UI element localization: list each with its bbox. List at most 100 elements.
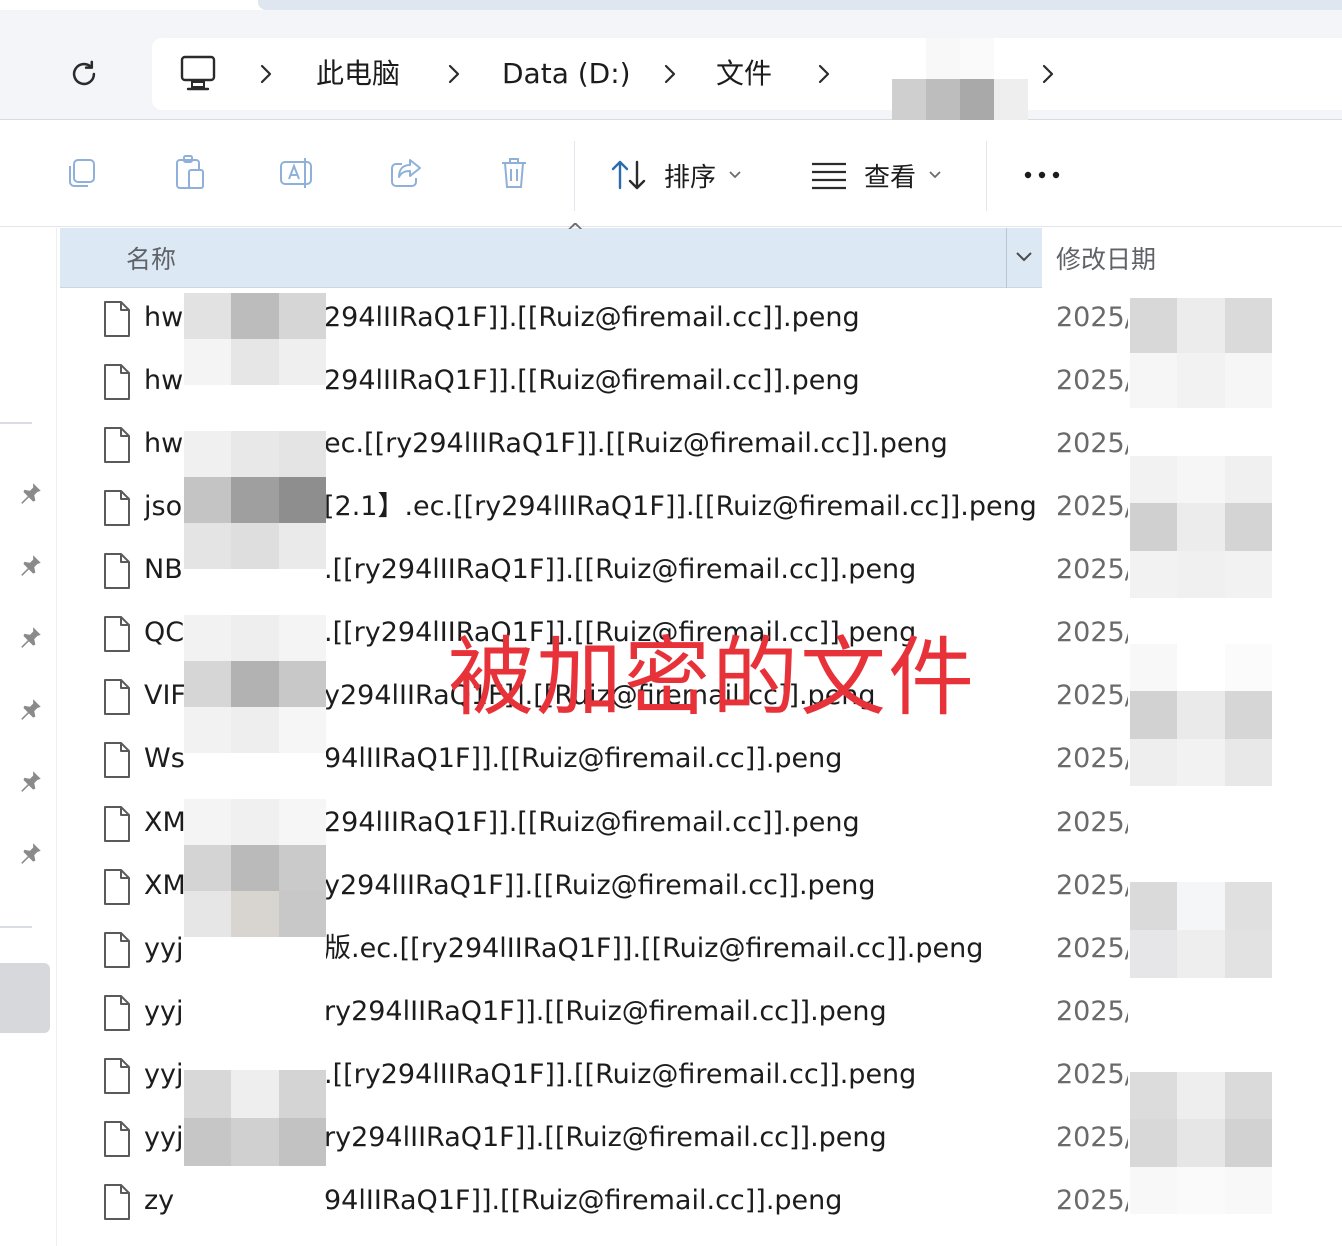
file-modified-date: 2025/: [1056, 870, 1128, 901]
paste-button[interactable]: [170, 153, 210, 193]
file-icon: [102, 1120, 132, 1158]
pin-icon[interactable]: [18, 480, 44, 506]
sort-button[interactable]: 排序: [610, 155, 742, 195]
toolbar-separator: [986, 141, 987, 211]
file-modified-date: 2025/: [1056, 1185, 1128, 1216]
file-name-start: yyj: [144, 933, 184, 964]
file-name-start: hw: [144, 302, 184, 333]
file-name-start: NB: [144, 554, 183, 585]
more-options-button[interactable]: [1016, 155, 1068, 195]
file-modified-date: 2025/: [1056, 1122, 1128, 1153]
redacted-name-mosaic: [184, 293, 326, 983]
navigation-pane-border: [56, 228, 57, 1246]
file-icon: [102, 678, 132, 716]
redacted-date-mosaic: [1130, 882, 1272, 978]
file-name-suffix: 94lIIRaQ1F]].[[Ruiz@firemail.cc]].peng: [324, 1185, 843, 1216]
column-resize-handle[interactable]: [1006, 228, 1007, 288]
this-pc-icon[interactable]: [178, 54, 220, 94]
file-modified-date: 2025/: [1056, 1059, 1128, 1090]
file-icon: [102, 426, 132, 464]
copy-icon: [69, 159, 95, 187]
view-list-icon: [812, 162, 846, 190]
file-icon: [102, 994, 132, 1032]
chevron-right-icon[interactable]: [256, 56, 276, 92]
file-modified-date: 2025/: [1056, 743, 1128, 774]
file-icon: [102, 363, 132, 401]
file-name-start: Ws: [144, 743, 184, 774]
file-name-suffix: [2.1】.ec.[[ry294lIIRaQ1F]].[[Ruiz@firema…: [324, 491, 1037, 522]
pin-icon[interactable]: [18, 624, 44, 650]
file-name-start: yyj: [144, 1122, 184, 1153]
file-name-start: hw: [144, 365, 184, 396]
column-date-header[interactable]: 修改日期: [1056, 240, 1156, 276]
file-name-suffix: 294lIIRaQ1F]].[[Ruiz@firemail.cc]].peng: [324, 365, 860, 396]
pin-icon[interactable]: [18, 552, 44, 578]
file-name-suffix: ec.[[ry294lIIRaQ1F]].[[Ruiz@firemail.cc]…: [324, 428, 948, 459]
file-modified-date: 2025/: [1056, 428, 1128, 459]
file-name-suffix: 版.ec.[[ry294lIIRaQ1F]].[[Ruiz@firemail.c…: [324, 933, 984, 964]
file-modified-date: 2025/: [1056, 302, 1128, 333]
chevron-right-icon[interactable]: [660, 56, 680, 92]
file-name-start: yyj: [144, 1059, 184, 1090]
redacted-folder-name: [892, 38, 1028, 120]
file-icon: [102, 1057, 132, 1095]
refresh-icon: [72, 60, 96, 86]
redacted-date-mosaic: [1130, 644, 1272, 786]
paste-icon: [176, 155, 204, 189]
file-name-suffix: .[[ry294lIIRaQ1F]].[[Ruiz@firemail.cc]].…: [324, 554, 917, 585]
file-icon: [102, 300, 132, 338]
nav-divider: [0, 926, 32, 928]
chevron-right-icon[interactable]: [814, 56, 834, 92]
share-button[interactable]: [386, 153, 426, 193]
view-button[interactable]: 查看: [810, 155, 942, 195]
breadcrumb[interactable]: 此电脑 Data (D:) 文件: [152, 38, 1342, 120]
file-icon: [102, 615, 132, 653]
column-name-header[interactable]: 名称: [126, 240, 176, 276]
copy-button[interactable]: [62, 153, 102, 193]
file-name-suffix: .[[ry294lIIRaQ1F]].[[Ruiz@firemail.cc]].…: [324, 1059, 917, 1090]
delete-button[interactable]: [494, 153, 534, 193]
pin-icon[interactable]: [18, 768, 44, 794]
file-name-start: yyj: [144, 996, 184, 1027]
file-icon: [102, 489, 132, 527]
breadcrumb-data-drive[interactable]: Data (D:): [502, 56, 631, 92]
column-header: 名称 ^: [60, 220, 1042, 288]
file-name-suffix: y294lIIRaQ1F]].[[Ruiz@firemail.cc]].peng: [324, 870, 876, 901]
file-name-start: QC: [144, 617, 184, 648]
sort-label: 排序: [664, 162, 717, 193]
redacted-date-mosaic: [1130, 456, 1272, 598]
file-icon: [102, 868, 132, 906]
share-icon: [391, 159, 421, 187]
nav-selected-item[interactable]: [0, 963, 50, 1033]
file-modified-date: 2025/: [1056, 996, 1128, 1027]
file-name-suffix: 94lIIRaQ1F]].[[Ruiz@firemail.cc]].peng: [324, 743, 843, 774]
more-icon: [1024, 171, 1060, 179]
encrypted-files-annotation: 被加密的文件: [448, 628, 976, 728]
file-modified-date: 2025/: [1056, 680, 1128, 711]
breadcrumb-files-folder[interactable]: 文件: [716, 56, 772, 92]
address-area: 此电脑 Data (D:) 文件: [0, 10, 1342, 120]
file-icon: [102, 1183, 132, 1221]
view-label: 查看: [864, 162, 917, 193]
file-modified-date: 2025/: [1056, 807, 1128, 838]
file-modified-date: 2025/: [1056, 933, 1128, 964]
chevron-right-icon[interactable]: [444, 56, 464, 92]
chevron-down-icon: [929, 171, 941, 179]
sort-ascending-icon: ^: [566, 220, 585, 245]
file-name-start: jso: [144, 491, 183, 522]
chevron-right-icon[interactable]: [1038, 56, 1058, 92]
breadcrumb-this-pc[interactable]: 此电脑: [316, 56, 400, 92]
file-row[interactable]: yyj ry294lIIRaQ1F]].[[Ruiz@firemail.cc]].…: [60, 984, 1342, 1047]
refresh-button[interactable]: [60, 50, 108, 98]
chevron-down-icon[interactable]: [1012, 244, 1036, 268]
pin-icon[interactable]: [18, 696, 44, 722]
pin-icon[interactable]: [18, 840, 44, 866]
file-name-suffix: 294lIIRaQ1F]].[[Ruiz@firemail.cc]].peng: [324, 302, 860, 333]
file-modified-date: 2025/: [1056, 491, 1128, 522]
file-icon: [102, 741, 132, 779]
redacted-name-mosaic: [184, 1070, 326, 1166]
file-modified-date: 2025/: [1056, 617, 1128, 648]
rename-button[interactable]: [278, 153, 318, 193]
sort-icon: [611, 160, 646, 190]
file-name-start: XM: [144, 807, 184, 838]
